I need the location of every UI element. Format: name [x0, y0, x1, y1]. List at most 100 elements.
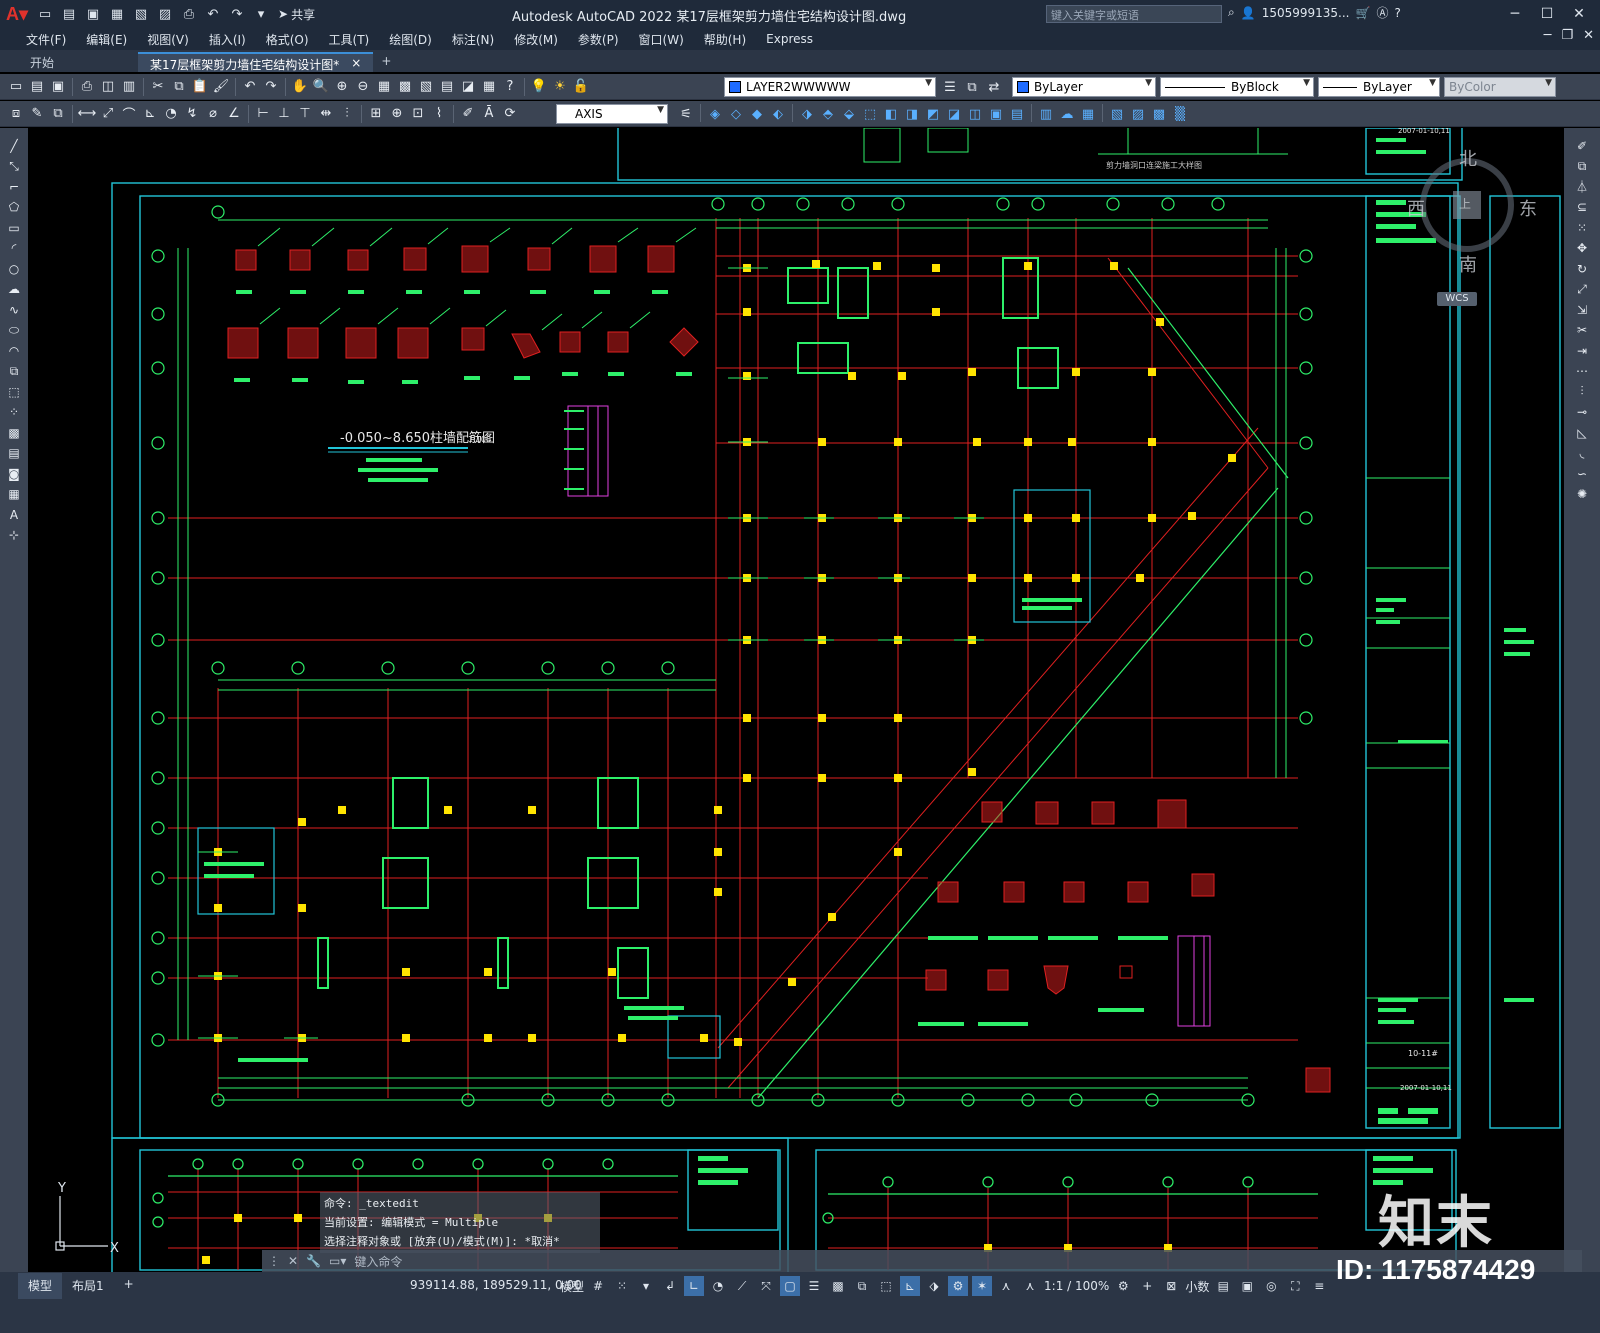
ortho-icon[interactable]: ∟	[684, 1276, 705, 1296]
construction-line-icon[interactable]: ⤡	[4, 157, 24, 177]
mtext-icon[interactable]: ▨	[1128, 104, 1148, 124]
draworder-icon[interactable]: ⧈	[6, 104, 26, 124]
array-icon[interactable]: ⁙	[1572, 218, 1592, 238]
recent-commands-icon[interactable]: ▭▾	[329, 1254, 346, 1268]
dim-diameter-icon[interactable]: ⌀	[203, 104, 223, 124]
publish-icon[interactable]: ▥	[119, 77, 139, 97]
pan-icon[interactable]: ✋	[290, 77, 310, 97]
layer-lock-icon[interactable]: 🔓	[571, 77, 591, 97]
3d-osnap-icon[interactable]: ⬚	[876, 1276, 896, 1296]
model-space-button[interactable]: 模型	[560, 1278, 584, 1295]
dim-radius-icon[interactable]: ◔	[161, 104, 181, 124]
pdf-icon[interactable]: ◫	[965, 104, 985, 124]
saveas-icon[interactable]: ▦	[106, 3, 128, 25]
viewcube-east[interactable]: 东	[1519, 195, 1537, 221]
save-icon[interactable]: ▣	[82, 3, 104, 25]
layer-freeze-icon[interactable]: ☀	[550, 77, 570, 97]
dim-text-edit-icon[interactable]: Ā	[479, 104, 499, 124]
erase-icon[interactable]: ✐	[1572, 136, 1592, 156]
isolate-icon[interactable]: ⊠	[1161, 1276, 1181, 1296]
tool-palettes-icon[interactable]: ▧	[416, 77, 436, 97]
annotation-visibility-icon[interactable]: ✶	[972, 1276, 993, 1296]
rectangle-icon[interactable]: ▭	[4, 218, 24, 238]
menu-insert[interactable]: 插入(I)	[199, 31, 256, 48]
dim-update-icon[interactable]: ⟳	[500, 104, 520, 124]
wcs-menu[interactable]: WCS	[1437, 292, 1477, 306]
line-icon[interactable]: ╱	[4, 136, 24, 156]
linetype-dropdown[interactable]: ByBlock ▼	[1160, 77, 1314, 97]
zoom-previous-icon[interactable]: ⊖	[353, 77, 373, 97]
viewcube[interactable]: 北 南 西 东 上	[1397, 145, 1547, 305]
make-current-icon[interactable]: ⧉	[962, 77, 982, 97]
zoom-window-icon[interactable]: ⊕	[332, 77, 352, 97]
selection-filter-icon[interactable]: ⬗	[924, 1276, 944, 1296]
menu-file[interactable]: 文件(F)	[16, 31, 76, 48]
explode-icon[interactable]: ✺	[1572, 485, 1592, 505]
doc-close-button[interactable]: ✕	[1583, 28, 1594, 43]
dim-ordinate-icon[interactable]: ⊾	[140, 104, 160, 124]
doc-restore-button[interactable]: ❐	[1561, 28, 1573, 43]
customize-qat-icon[interactable]: ▾	[250, 3, 272, 25]
graphics-performance-icon[interactable]: ◎	[1261, 1276, 1281, 1296]
grip-icon[interactable]: ⋮	[268, 1254, 280, 1268]
sheet-set-icon[interactable]: ▤	[437, 77, 457, 97]
dim-style-icon[interactable]: ⚟	[676, 104, 696, 124]
break-point-icon[interactable]: ⋯	[1572, 362, 1592, 382]
add-selected-icon[interactable]: ⊹	[4, 526, 24, 546]
share-button[interactable]: ➤ 共享	[278, 6, 315, 23]
help-tb-icon[interactable]: ?	[500, 77, 520, 97]
layer-properties-icon[interactable]: ☰	[940, 77, 960, 97]
search-icon[interactable]: ⌕	[1228, 5, 1235, 20]
viewcube-top[interactable]: 上	[1459, 195, 1471, 212]
table-draw-icon[interactable]: ▦	[4, 485, 24, 505]
close-button[interactable]: ✕	[1564, 3, 1594, 25]
close-icon[interactable]: ✕	[288, 1254, 298, 1268]
attribute-icon[interactable]: ⬚	[860, 104, 880, 124]
add-layout-button[interactable]: +	[114, 1273, 144, 1299]
customization-icon[interactable]: ≡	[1309, 1276, 1329, 1296]
inspect-icon[interactable]: ⊡	[408, 104, 428, 124]
new-tab-button[interactable]: +	[373, 52, 400, 72]
paste-icon[interactable]: 📋	[190, 77, 210, 97]
maximize-button[interactable]: ☐	[1532, 3, 1562, 25]
table-icon[interactable]: ▧	[1107, 104, 1127, 124]
group-select-icon[interactable]: ⬖	[768, 104, 788, 124]
jog-line-icon[interactable]: ⌇	[429, 104, 449, 124]
lock-ui-icon[interactable]: ▣	[1237, 1276, 1257, 1296]
image-icon[interactable]: ◪	[944, 104, 964, 124]
search-input[interactable]: 键入关键字或短语	[1046, 5, 1222, 23]
tab-layout1[interactable]: 布局1	[62, 1273, 114, 1299]
open-icon[interactable]: ▤	[58, 3, 80, 25]
calculator-icon[interactable]: ▦	[479, 77, 499, 97]
tab-drawing[interactable]: 某17层框架剪力墙住宅结构设计图* ×	[138, 52, 374, 72]
infer-icon[interactable]: ▾	[636, 1276, 656, 1296]
customize-icon[interactable]: 🔧	[306, 1254, 321, 1268]
dim-continue-icon[interactable]: ⊤	[295, 104, 315, 124]
move-icon[interactable]: ✥	[1572, 239, 1592, 259]
transparency-icon[interactable]: ▩	[828, 1276, 848, 1296]
chamfer-icon[interactable]: ◺	[1572, 423, 1592, 443]
cart-icon[interactable]: 🛒	[1355, 6, 1370, 20]
spline-icon[interactable]: ∿	[4, 300, 24, 320]
save-file-icon[interactable]: ▣	[48, 77, 68, 97]
viewcube-west[interactable]: 西	[1407, 195, 1425, 221]
dynamic-input-icon[interactable]: ↲	[660, 1276, 680, 1296]
text-icon[interactable]: ✎	[27, 104, 47, 124]
clip-icon[interactable]: ◨	[902, 104, 922, 124]
menu-window[interactable]: 窗口(W)	[629, 31, 694, 48]
copy-icon[interactable]: ⧉	[169, 77, 189, 97]
object-snap-tracking-icon[interactable]: ⤧	[756, 1276, 776, 1296]
region-icon[interactable]: ▦	[1078, 104, 1098, 124]
matchprop-icon[interactable]: 🖌	[211, 77, 231, 97]
ole-icon[interactable]: ▣	[986, 104, 1006, 124]
lineweight-icon[interactable]: ☰	[804, 1276, 824, 1296]
field-icon[interactable]: ▤	[1007, 104, 1027, 124]
block-insert-icon[interactable]: ⬗	[797, 104, 817, 124]
design-center-icon[interactable]: ▩	[395, 77, 415, 97]
menu-format[interactable]: 格式(O)	[256, 31, 319, 48]
center-mark-icon[interactable]: ⊕	[387, 104, 407, 124]
color-dropdown[interactable]: ByLayer ▼	[1012, 77, 1156, 97]
copy-object-icon[interactable]: ⧉	[1572, 157, 1592, 177]
mirror-icon[interactable]: ⏃	[1572, 177, 1592, 197]
menu-edit[interactable]: 编辑(E)	[76, 31, 137, 48]
